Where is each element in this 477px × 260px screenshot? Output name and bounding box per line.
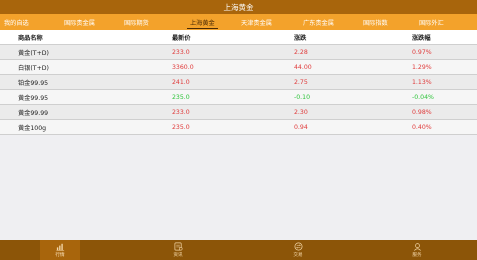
title-bar: 上海黄金 [0,0,477,14]
news-icon [174,242,182,251]
tab-label: 国际期货 [124,19,149,27]
tab-label: 国际贵金属 [64,19,95,27]
table-row[interactable]: 黄金99.95 235.0 -0.10 -0.04% [0,90,477,105]
nav-market[interactable]: 行情 [40,240,80,260]
tab-tianjin-precious-metals[interactable]: 天津贵金属 [241,14,272,30]
service-icon [413,243,421,251]
row-change-pct: 1.13% [412,78,432,86]
tab-my-watchlist[interactable]: 我的自选 [4,14,29,30]
tab-intl-index[interactable]: 国际指数 [363,14,388,30]
row-price: 235.0 [172,93,190,101]
bottom-nav: 行情 资讯 交易 服务 [0,240,477,260]
header-change[interactable]: 涨跌 [294,30,306,44]
tab-label: 天津贵金属 [241,19,272,27]
row-name: 黄金(T+D) [18,49,49,57]
row-change-pct: 0.98% [412,108,432,116]
row-name: 铂金99.95 [18,79,49,87]
tab-guangdong-precious-metals[interactable]: 广东贵金属 [303,14,334,30]
nav-news[interactable]: 资讯 [158,240,198,260]
table-row[interactable]: 白银(T+D) 3360.0 44.00 1.29% [0,60,477,75]
row-price: 241.0 [172,78,190,86]
row-change-pct: -0.04% [412,93,434,101]
nav-label: 资讯 [173,253,183,258]
row-change-pct: 0.40% [412,123,432,131]
tab-label: 我的自选 [4,19,29,27]
nav-service[interactable]: 服务 [397,240,437,260]
row-price: 233.0 [172,108,190,116]
row-name: 黄金100g [18,124,47,132]
row-change-pct: 1.29% [412,63,432,71]
tab-shanghai-gold[interactable]: 上海黄金 [187,14,218,30]
row-change: 0.94 [294,123,308,131]
app-window: 上海黄金 我的自选 国际贵金属 国际期货 上海黄金 天津贵金属 广东贵金属 国际… [0,0,477,260]
tab-label: 上海黄金 [190,19,215,27]
table-row[interactable]: 黄金(T+D) 233.0 2.28 0.97% [0,45,477,60]
table-header-row: 商品名称 最新价 涨跌 涨跌幅 [0,30,477,45]
tab-label: 国际指数 [363,19,388,27]
row-change: 2.30 [294,108,308,116]
nav-label: 行情 [55,253,65,258]
header-change-pct[interactable]: 涨跌幅 [412,30,431,44]
table-row[interactable]: 黄金100g 235.0 0.94 0.40% [0,120,477,135]
page-title: 上海黄金 [223,2,254,12]
nav-label: 交易 [293,253,303,258]
header-price[interactable]: 最新价 [172,30,191,44]
tab-intl-forex[interactable]: 国际外汇 [419,14,444,30]
row-change: -0.10 [294,93,311,101]
nav-trade[interactable]: 交易 [278,240,318,260]
row-price: 235.0 [172,123,190,131]
row-name: 黄金99.95 [18,94,49,102]
tab-intl-futures[interactable]: 国际期货 [124,14,149,30]
row-change: 2.28 [294,48,308,56]
row-name: 白银(T+D) [18,64,49,72]
tab-intl-precious-metals[interactable]: 国际贵金属 [64,14,95,30]
quote-table: 商品名称 最新价 涨跌 涨跌幅 黄金(T+D) 233.0 2.28 0.97%… [0,30,477,135]
market-tab-bar: 我的自选 国际贵金属 国际期货 上海黄金 天津贵金属 广东贵金属 国际指数 国际… [0,14,477,30]
row-price: 3360.0 [172,63,194,71]
trade-icon [294,242,302,251]
tab-label: 广东贵金属 [303,19,334,27]
chart-bars-icon [55,243,64,251]
table-row[interactable]: 黄金99.99 233.0 2.30 0.98% [0,105,477,120]
row-change-pct: 0.97% [412,48,432,56]
row-name: 黄金99.99 [18,109,49,117]
row-change: 2.75 [294,78,308,86]
nav-label: 服务 [412,253,422,258]
header-name[interactable]: 商品名称 [18,30,43,44]
row-change: 44.00 [294,63,312,71]
row-price: 233.0 [172,48,190,56]
tab-label: 国际外汇 [419,19,444,27]
table-row[interactable]: 铂金99.95 241.0 2.75 1.13% [0,75,477,90]
